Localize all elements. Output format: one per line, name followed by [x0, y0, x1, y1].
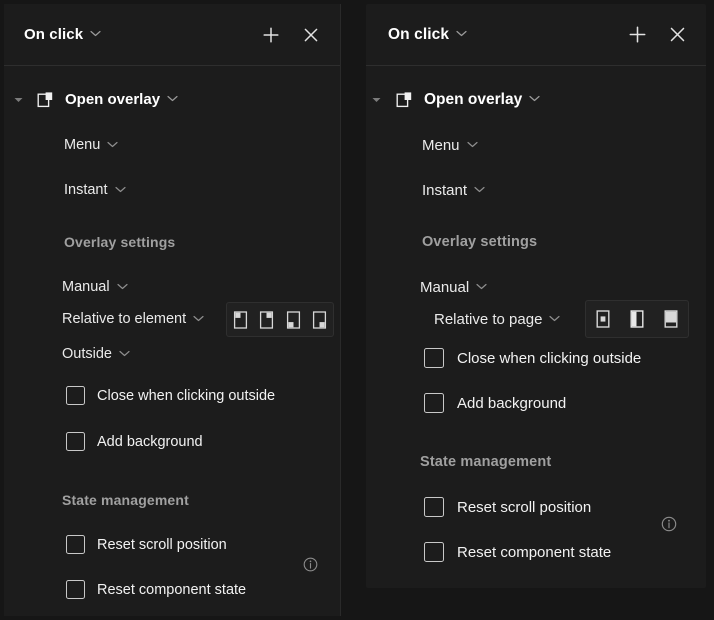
- placement-field[interactable]: Outside: [62, 346, 130, 362]
- panel-header: On click: [4, 4, 340, 66]
- reset-component-state-checkbox[interactable]: [424, 542, 444, 562]
- position-top-left-icon[interactable]: [227, 303, 254, 336]
- position-reference-label: Relative to element: [62, 311, 187, 327]
- reset-component-state-label: Reset component state: [97, 581, 247, 598]
- chevron-down-icon[interactable]: [90, 30, 101, 37]
- overlay-target-label: Menu: [422, 137, 460, 154]
- position-mode-label: Manual: [420, 279, 470, 296]
- reset-component-state-label: Reset component state: [457, 543, 612, 561]
- add-background-label: Add background: [97, 433, 203, 450]
- position-reference-label: Relative to page: [434, 311, 543, 328]
- add-background-label: Add background: [457, 394, 567, 412]
- close-when-clicking-outside-label: Close when clicking outside: [457, 349, 642, 367]
- trigger-type-label: On click: [24, 26, 84, 43]
- add-background-row[interactable]: Add background: [66, 432, 203, 451]
- overlay-position-picker[interactable]: [226, 302, 334, 337]
- position-reference-field[interactable]: Relative to page: [434, 311, 561, 328]
- reset-component-state-row[interactable]: Reset component state: [66, 580, 246, 599]
- add-interaction-button[interactable]: [622, 20, 652, 50]
- interaction-panel-right: On click Open overlay Menu Instant Overl…: [366, 4, 706, 588]
- reset-scroll-position-checkbox[interactable]: [66, 535, 85, 554]
- add-background-checkbox[interactable]: [66, 432, 85, 451]
- overlay-target-field[interactable]: Menu: [422, 137, 478, 154]
- position-bottom-right-icon[interactable]: [307, 303, 334, 336]
- reset-component-state-row[interactable]: Reset component state: [424, 542, 611, 562]
- overlay-target-label: Menu: [64, 137, 101, 153]
- chevron-down-icon[interactable]: [107, 141, 118, 148]
- reset-scroll-position-label: Reset scroll position: [97, 536, 227, 553]
- animation-field[interactable]: Instant: [422, 182, 485, 199]
- info-icon[interactable]: [661, 516, 677, 537]
- close-when-clicking-outside-checkbox[interactable]: [66, 386, 85, 405]
- panel-header-actions: [622, 20, 692, 50]
- panel-header-actions: [256, 20, 326, 50]
- chevron-down-icon[interactable]: [476, 283, 487, 290]
- reset-scroll-position-label: Reset scroll position: [457, 498, 592, 516]
- chevron-down-icon[interactable]: [167, 95, 178, 102]
- chevron-down-icon[interactable]: [529, 95, 540, 102]
- chevron-down-icon[interactable]: [193, 315, 204, 322]
- animation-label: Instant: [422, 182, 468, 199]
- overlay-settings-heading: Overlay settings: [422, 234, 537, 250]
- screenshot-root: On click Open overlay Menu Instant Overl…: [0, 0, 714, 620]
- state-management-heading: State management: [62, 492, 189, 508]
- reset-scroll-position-checkbox[interactable]: [424, 497, 444, 517]
- open-overlay-icon: [36, 90, 55, 109]
- close-when-clicking-outside-label: Close when clicking outside: [97, 387, 276, 404]
- position-top-fill-icon[interactable]: [654, 301, 688, 337]
- close-when-clicking-outside-row[interactable]: Close when clicking outside: [66, 386, 275, 405]
- close-when-clicking-outside-row[interactable]: Close when clicking outside: [424, 348, 641, 368]
- reset-component-state-checkbox[interactable]: [66, 580, 85, 599]
- position-mode-label: Manual: [62, 279, 110, 295]
- reset-scroll-position-row[interactable]: Reset scroll position: [66, 535, 227, 554]
- position-bottom-left-icon[interactable]: [280, 303, 307, 336]
- close-panel-button[interactable]: [296, 20, 326, 50]
- close-when-clicking-outside-checkbox[interactable]: [424, 348, 444, 368]
- chevron-down-icon[interactable]: [474, 186, 485, 193]
- chevron-down-icon[interactable]: [114, 186, 126, 193]
- chevron-down-icon[interactable]: [549, 315, 561, 322]
- animation-field[interactable]: Instant: [64, 182, 126, 198]
- add-background-checkbox[interactable]: [424, 393, 444, 413]
- position-mode-field[interactable]: Manual: [62, 279, 128, 295]
- action-row: Open overlay: [370, 90, 540, 109]
- overlay-position-picker[interactable]: [585, 300, 689, 338]
- action-row: Open overlay: [12, 90, 178, 109]
- position-reference-field[interactable]: Relative to element: [62, 311, 204, 327]
- animation-label: Instant: [64, 182, 108, 198]
- chevron-down-icon[interactable]: [466, 141, 478, 148]
- add-interaction-button[interactable]: [256, 20, 286, 50]
- position-left-half-icon[interactable]: [620, 301, 654, 337]
- interaction-panel-left: On click Open overlay Menu Instant Overl…: [4, 4, 341, 616]
- action-type-label: Open overlay: [65, 91, 161, 108]
- section-title-text: State management: [420, 454, 552, 470]
- position-mode-field[interactable]: Manual: [420, 279, 487, 296]
- section-title-text: Overlay settings: [64, 234, 176, 250]
- placement-label: Outside: [62, 346, 112, 362]
- reset-scroll-position-row[interactable]: Reset scroll position: [424, 497, 591, 517]
- position-center-icon[interactable]: [586, 301, 620, 337]
- overlay-target-field[interactable]: Menu: [64, 137, 118, 153]
- state-management-heading: State management: [420, 454, 551, 470]
- section-title-text: Overlay settings: [422, 234, 538, 250]
- chevron-down-icon[interactable]: [456, 30, 467, 37]
- close-panel-button[interactable]: [662, 20, 692, 50]
- section-title-text: State management: [62, 492, 189, 508]
- info-icon[interactable]: [303, 557, 318, 577]
- chevron-down-icon[interactable]: [119, 350, 130, 357]
- triangle-down-icon[interactable]: [370, 94, 382, 106]
- open-overlay-icon: [395, 90, 414, 109]
- action-type-label: Open overlay: [424, 90, 523, 108]
- panel-header: On click: [366, 4, 706, 66]
- triangle-down-icon[interactable]: [12, 94, 24, 106]
- position-top-right-icon[interactable]: [254, 303, 281, 336]
- overlay-settings-heading: Overlay settings: [64, 234, 175, 250]
- add-background-row[interactable]: Add background: [424, 393, 566, 413]
- trigger-type-label: On click: [388, 25, 450, 43]
- chevron-down-icon[interactable]: [116, 283, 128, 290]
